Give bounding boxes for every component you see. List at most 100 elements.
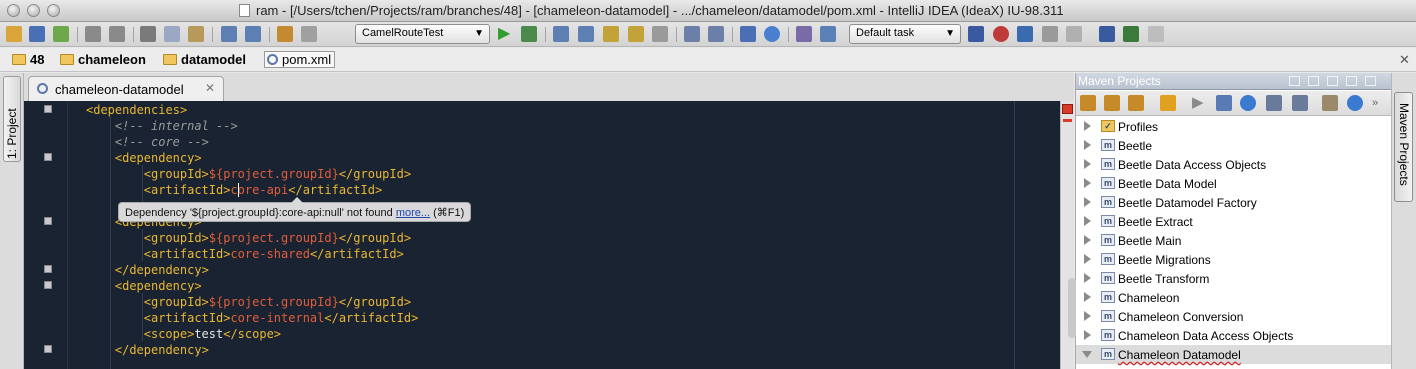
close-icon[interactable]: ✕	[1399, 52, 1410, 68]
build-icon[interactable]	[553, 26, 569, 42]
profiler-icon[interactable]	[1148, 26, 1164, 42]
copy-icon[interactable]	[164, 26, 180, 42]
history-icon[interactable]	[820, 26, 836, 42]
help-icon[interactable]	[1347, 95, 1363, 111]
maven-scrollbar[interactable]	[1068, 278, 1076, 338]
maven-tree-item[interactable]: m Beetle Data Model	[1076, 174, 1392, 193]
comment-icon[interactable]	[1066, 26, 1082, 42]
error-status-icon[interactable]	[1062, 104, 1073, 114]
maven-tree-item[interactable]: m Beetle Transform	[1076, 269, 1392, 288]
add-icon[interactable]	[1160, 95, 1176, 111]
collapsed-arrow-icon[interactable]	[1084, 254, 1091, 264]
code-line[interactable]: <groupId>${project.groupId}</groupId>	[144, 294, 411, 310]
collapse-all-icon[interactable]	[1292, 95, 1308, 111]
replace-icon[interactable]	[245, 26, 261, 42]
open-icon[interactable]	[6, 26, 22, 42]
code-line[interactable]: <groupId>${project.groupId}</groupId>	[144, 230, 411, 246]
maven-tree-item[interactable]: m Beetle Migrations	[1076, 250, 1392, 269]
settings-icon[interactable]	[1327, 76, 1338, 86]
stop-icon[interactable]	[993, 26, 1009, 42]
settings-icon[interactable]	[684, 26, 700, 42]
collapsed-arrow-icon[interactable]	[1084, 140, 1091, 150]
project-structure-icon[interactable]	[708, 26, 724, 42]
help-icon[interactable]	[764, 26, 780, 42]
run-config-select[interactable]: CamelRouteTest ▼	[355, 24, 490, 44]
expanded-arrow-icon[interactable]	[1082, 351, 1092, 358]
maven-tree-item[interactable]: m Chameleon Datamodel	[1076, 345, 1392, 364]
project-tool-tab[interactable]: 1: Project	[3, 76, 21, 162]
code-line[interactable]: <groupId>${project.groupId}</groupId>	[144, 166, 411, 182]
collapsed-arrow-icon[interactable]	[1084, 273, 1091, 283]
maven-tree-item[interactable]: m Chameleon Conversion	[1076, 307, 1392, 326]
run-goal-icon[interactable]: ▶	[1192, 95, 1208, 111]
code-line[interactable]: </dependency>	[115, 262, 209, 278]
maven-tool-tab[interactable]: Maven Projects	[1394, 92, 1413, 202]
sync-icon[interactable]	[53, 26, 69, 42]
paste-icon[interactable]	[188, 26, 204, 42]
collapsed-arrow-icon[interactable]	[1084, 178, 1091, 188]
code-line[interactable]: <artifactId>core-api</artifactId>	[144, 182, 382, 198]
task-select[interactable]: Default task ▼	[849, 24, 961, 44]
error-marker[interactable]	[1063, 119, 1072, 122]
maven-tree-item[interactable]: m Beetle Extract	[1076, 212, 1392, 231]
maven-tree-item[interactable]: ✓ Profiles	[1076, 117, 1392, 136]
dependencies-icon[interactable]	[1266, 95, 1282, 111]
breadcrumb-item[interactable]: chameleon	[60, 52, 146, 67]
vcs-icon[interactable]	[796, 26, 812, 42]
collapsed-arrow-icon[interactable]	[1084, 235, 1091, 245]
code-line[interactable]: <!-- core -->	[115, 134, 209, 150]
collapsed-arrow-icon[interactable]	[1084, 292, 1091, 302]
maven-settings-icon[interactable]	[1322, 95, 1338, 111]
editor-tab[interactable]: chameleon-datamodel ✕	[28, 76, 224, 101]
code-editor[interactable]: <dependencies> <!-- internal --> <!-- core…	[24, 101, 1074, 369]
collapsed-arrow-icon[interactable]	[1084, 197, 1091, 207]
bug-icon[interactable]	[1123, 26, 1139, 42]
forward-icon[interactable]	[301, 26, 317, 42]
commit-icon[interactable]	[1017, 26, 1033, 42]
save-icon[interactable]	[29, 26, 45, 42]
code-line[interactable]: <artifactId>core-internal</artifactId>	[144, 310, 419, 326]
collapsed-arrow-icon[interactable]	[1084, 311, 1091, 321]
zoom-window-button[interactable]	[47, 4, 60, 17]
skip-tests-icon[interactable]	[1240, 95, 1256, 111]
maven-tree-item[interactable]: m Chameleon Data Access Objects	[1076, 326, 1392, 345]
collapsed-arrow-icon[interactable]	[1084, 216, 1091, 226]
reimport-icon[interactable]	[1080, 95, 1096, 111]
collapsed-arrow-icon[interactable]	[1084, 330, 1091, 340]
collapsed-arrow-icon[interactable]	[1084, 121, 1091, 131]
undo-icon[interactable]	[85, 26, 101, 42]
code-line[interactable]: </dependency>	[115, 342, 209, 358]
hide-icon[interactable]	[1365, 76, 1376, 86]
collapsed-arrow-icon[interactable]	[1084, 159, 1091, 169]
download-icon[interactable]	[1128, 95, 1144, 111]
toggle-offline-icon[interactable]	[1216, 95, 1232, 111]
code-line[interactable]: <dependencies>	[86, 102, 187, 118]
find-icon[interactable]	[221, 26, 237, 42]
run-icon[interactable]: ▶	[498, 26, 514, 42]
maven-tree-item[interactable]: m Beetle Datamodel Factory	[1076, 193, 1392, 212]
build-project-icon[interactable]	[578, 26, 594, 42]
rollback-icon[interactable]	[652, 26, 668, 42]
float-icon[interactable]	[1289, 76, 1300, 86]
maven-tree-item[interactable]: m Beetle	[1076, 136, 1392, 155]
breadcrumb-item[interactable]: datamodel	[163, 52, 246, 67]
maven-tree-item[interactable]: m Beetle Main	[1076, 231, 1392, 250]
code-line[interactable]: <scope>test</scope>	[144, 326, 281, 342]
split-icon[interactable]	[1308, 76, 1319, 86]
close-tab-icon[interactable]: ✕	[205, 81, 215, 95]
task-icon[interactable]	[968, 26, 984, 42]
pin-icon[interactable]	[1346, 76, 1357, 86]
maven-tree-item[interactable]: m Beetle Data Access Objects	[1076, 155, 1392, 174]
breadcrumb-item[interactable]: 48	[12, 52, 44, 67]
code-line[interactable]: <artifactId>core-shared</artifactId>	[144, 246, 404, 262]
cut-icon[interactable]	[140, 26, 156, 42]
code-line[interactable]: <dependency>	[115, 150, 202, 166]
back-icon[interactable]	[277, 26, 293, 42]
code-line[interactable]: <dependency>	[115, 278, 202, 294]
hierarchy-icon[interactable]	[628, 26, 644, 42]
breadcrumb-item-current[interactable]: pom.xml	[264, 51, 336, 68]
generate-sources-icon[interactable]	[1104, 95, 1120, 111]
more-icon[interactable]: »	[1372, 95, 1388, 111]
minimize-window-button[interactable]	[27, 4, 40, 17]
maven-tree-item[interactable]: m Chameleon	[1076, 288, 1392, 307]
